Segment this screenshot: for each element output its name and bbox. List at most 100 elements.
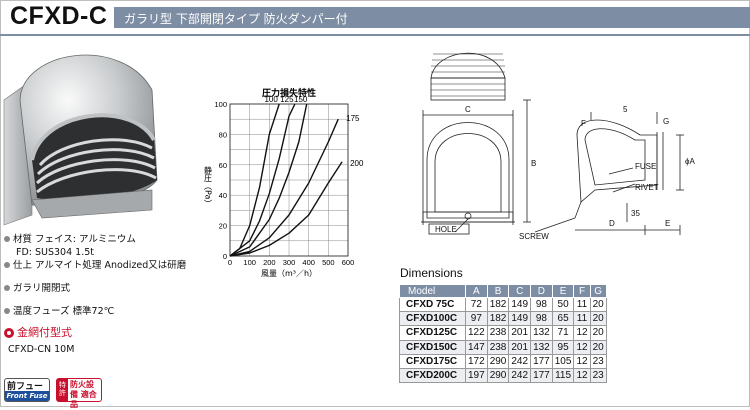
header-cell: D	[530, 284, 553, 298]
value-cell: 149	[508, 311, 532, 327]
badges: 前フューズ Front Fuse 特許 防火設備 適合品	[4, 378, 102, 409]
header-cell: F	[573, 284, 591, 298]
value-cell: 242	[508, 368, 532, 384]
drawing-label-e: E	[665, 219, 670, 228]
header-rule	[0, 34, 750, 36]
value-cell: 132	[530, 340, 553, 355]
value-cell: 149	[508, 297, 532, 313]
header-cell: E	[551, 284, 575, 298]
mesh-model: CFXD-CN 10M	[8, 344, 75, 355]
table-row: CFXD125C 122 238 201 132 71 12 20	[399, 325, 607, 341]
value-cell: 238	[487, 325, 510, 341]
pressure-loss-chart: 圧力損失特性0 100 200 300 400 500 600020406080100風量（…	[204, 87, 364, 278]
value-cell: 177	[530, 354, 553, 369]
value-cell: 201	[508, 340, 532, 355]
series-label: 150	[294, 95, 308, 104]
model-cell: CFXD150C	[399, 340, 466, 355]
front-fuse-badge: 前フューズ Front Fuse	[4, 378, 50, 402]
value-cell: 122	[465, 325, 488, 341]
spec-material-fd: FD: SUS304 1.5t	[16, 247, 94, 258]
y-tick-label: 80	[219, 130, 227, 139]
x-axis-label: 風量（m³／h）	[261, 269, 317, 278]
circle-bullet-icon	[4, 327, 14, 338]
drawing-label-a: ϕA	[685, 157, 695, 166]
header-cell: B	[486, 284, 510, 298]
spec-finish: 仕上 アルマイト処理 Anodized又は研磨	[4, 259, 204, 272]
drawing-label-d: D	[609, 219, 615, 228]
bullet-icon	[4, 285, 10, 291]
value-cell: 182	[487, 311, 510, 327]
series-label: 125	[280, 95, 294, 104]
y-tick-label: 40	[219, 191, 227, 200]
drawing-label-hole: HOLE	[435, 225, 457, 234]
table-row: CFXD175C 172 290 242 177 105 12 23	[399, 354, 607, 369]
spec-fuse: 温度フューズ 標準72℃	[4, 305, 204, 318]
value-cell: 11	[573, 297, 591, 313]
bullet-icon	[4, 308, 10, 314]
y-tick-label: 20	[219, 222, 227, 231]
value-cell: 97	[465, 311, 488, 327]
spec-material: 材質 フェイス: アルミニウム	[4, 233, 204, 246]
x-tick-label: 400	[302, 258, 315, 267]
table-row: CFXD200C 197 290 242 177 115 12 23	[399, 368, 607, 384]
x-tick-label: 300	[283, 258, 296, 267]
value-cell: 98	[530, 311, 553, 327]
drawing-label-5: 5	[623, 105, 628, 114]
value-cell: 72	[465, 297, 488, 313]
value-cell: 201	[508, 325, 532, 341]
value-cell: 95	[552, 340, 575, 355]
value-cell: 12	[573, 368, 591, 384]
value-cell: 182	[487, 297, 510, 313]
series-label: 200	[350, 159, 364, 168]
value-cell: 23	[590, 368, 607, 384]
model-cell: CFXD175C	[399, 354, 466, 369]
value-cell: 242	[508, 354, 532, 369]
dimensions-table: Model A B C D E F G CFXD 75C 72 182 149 98 50…	[399, 284, 607, 384]
series-label: 175	[346, 114, 360, 123]
value-cell: 197	[465, 368, 488, 384]
model-cell: CFXD200C	[399, 368, 466, 384]
value-cell: 132	[530, 325, 553, 341]
spec-list: 材質 フェイス: アルミニウム FD: SUS304 1.5t 仕上 アルマイト…	[4, 233, 204, 356]
y-tick-label: 60	[219, 161, 227, 170]
value-cell: 115	[552, 368, 575, 384]
value-cell: 105	[552, 354, 575, 369]
drawing-label-screw: SCREW	[519, 232, 549, 241]
table-header-row: Model A B C D E F G	[399, 284, 607, 298]
table-row: CFXD100C 97 182 149 98 65 11 20	[399, 311, 607, 327]
drawing-label-c: C	[465, 105, 471, 114]
drawing-label-b: B	[531, 159, 536, 168]
value-cell: 12	[573, 325, 591, 341]
model-title: CFXD-C	[10, 2, 108, 30]
value-cell: 290	[487, 368, 510, 384]
x-tick-label: 500	[322, 258, 335, 267]
value-cell: 11	[573, 311, 591, 327]
technical-drawing: C B HOLE ϕA F 5 G FUSE RIVET SCREW D E 3…	[421, 52, 695, 241]
value-cell: 147	[465, 340, 488, 355]
table-row: CFXD 75C 72 182 149 98 50 11 20	[399, 297, 607, 313]
value-cell: 50	[552, 297, 575, 313]
bullet-icon	[4, 236, 10, 242]
header-cell: Model	[399, 284, 466, 298]
value-cell: 65	[552, 311, 575, 327]
x-tick-label: 0	[228, 258, 232, 267]
value-cell: 238	[487, 340, 510, 355]
drawing-label-fuse: FUSE	[635, 162, 656, 171]
x-tick-label: 100	[243, 258, 256, 267]
tagline: ガラリ型 下部開閉タイプ 防火ダンパー付	[124, 12, 348, 26]
header-cell: C	[508, 284, 532, 298]
x-tick-label: 200	[263, 258, 276, 267]
model-cell: CFXD 75C	[399, 297, 466, 313]
value-cell: 98	[530, 297, 553, 313]
value-cell: 20	[590, 297, 607, 313]
series-label: 100	[264, 95, 278, 104]
model-cell: CFXD125C	[399, 325, 466, 341]
drawing-label-rivet: RIVET	[635, 183, 659, 192]
drawing-label-35: 35	[631, 209, 640, 218]
value-cell: 172	[465, 354, 488, 369]
value-cell: 20	[590, 311, 607, 327]
header: CFXD-C ガラリ型 下部開閉タイプ 防火ダンパー付	[0, 0, 750, 34]
header-cell: G	[589, 284, 607, 298]
value-cell: 12	[573, 354, 591, 369]
fire-equipment-badge: 特許 防火設備 適合品	[56, 378, 102, 409]
